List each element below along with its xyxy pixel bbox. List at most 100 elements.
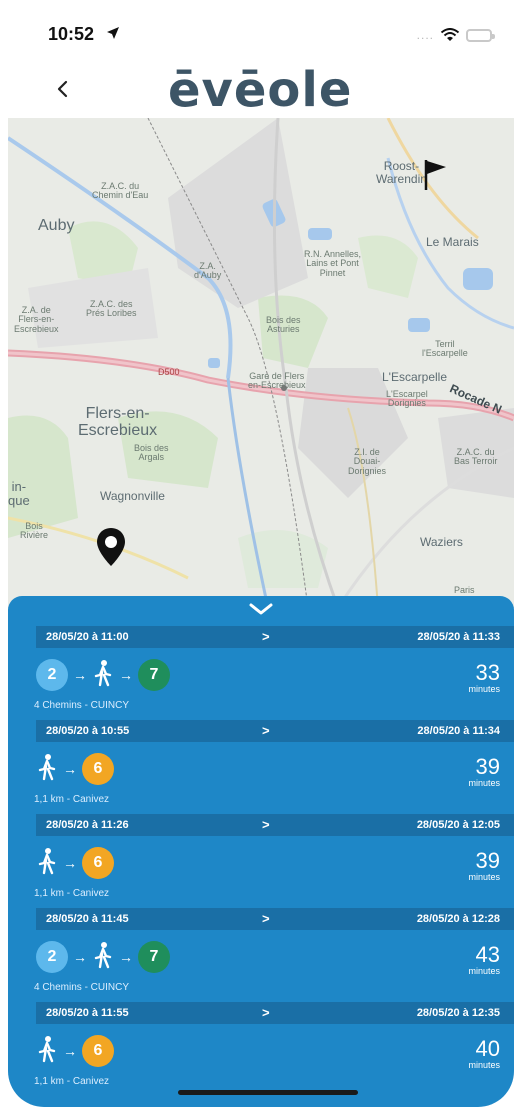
app-logo: ēvēole [168, 62, 353, 118]
back-button[interactable] [48, 74, 76, 104]
trip-duration: 43 [475, 942, 500, 967]
map-label-zi-douai: Z.I. de Douai- Dorignies [348, 447, 387, 476]
departure-time: 28/05/20 à 11:55 [46, 1007, 129, 1019]
departure-time: 28/05/20 à 11:45 [46, 913, 129, 925]
home-indicator [178, 1090, 358, 1095]
bus-line-badge: 2 [36, 659, 68, 691]
bus-line-badge: 2 [36, 941, 68, 973]
trip-header: 28/05/20 à 11:00 >28/05/20 à 11:33 [36, 626, 514, 648]
arrow-right-icon: → [119, 667, 133, 683]
walk-icon [36, 1035, 58, 1068]
departure-time: 28/05/20 à 11:26 [46, 819, 129, 831]
trip-option[interactable]: 28/05/20 à 11:00 >28/05/20 à 11:33 2 → → 7 33 m… [8, 626, 514, 722]
map-label-gare: Gare de Flers en-Escrebieux [248, 371, 306, 391]
duration-unit: minutes [468, 684, 500, 694]
bus-line-badge: 7 [138, 941, 170, 973]
map-label-rn: R.N. Annelles, Lains et Pont Pinnet [304, 249, 362, 278]
arrow-right-icon: → [73, 667, 87, 683]
map-label-zac-bas: Z.A.C. du Bas Terroir [454, 447, 498, 467]
map-label-bois-riviere: Bois Rivière [20, 521, 49, 541]
map-label-d500: D500 [158, 367, 180, 377]
map-label-bois-argals: Bois des Argals [134, 443, 169, 463]
signal-dots: .... [416, 28, 434, 42]
arrow-right-icon: → [63, 1043, 77, 1059]
chevron-right-icon: > [262, 629, 270, 644]
map-label-za-auby: Z.A. d'Auby [194, 261, 222, 281]
trip-legs: 2 → → 7 [36, 658, 170, 692]
duration-unit: minutes [468, 778, 500, 788]
map-label-zac-pres: Z.A.C. des Prés Loribes [86, 299, 137, 319]
trip-header: 28/05/20 à 10:55 >28/05/20 à 11:34 [36, 720, 514, 742]
map-label-wagnonville: Wagnonville [100, 489, 165, 503]
status-bar: 10:52 .... [8, 0, 514, 60]
duration-unit: minutes [468, 872, 500, 882]
map-label-lescarpelle: L'Escarpelle [382, 370, 447, 384]
trip-detail: 4 Chemins - CUINCY [34, 700, 130, 711]
arrival-time: 28/05/20 à 12:28 [416, 913, 500, 925]
bus-line-badge: 7 [138, 659, 170, 691]
map-label-zac-chemin: Z.A.C. du Chemin d'Eau [92, 181, 149, 201]
trip-duration: 33 [475, 660, 500, 685]
trip-legs: → 6 [36, 846, 114, 880]
origin-pin-icon[interactable] [94, 526, 128, 570]
chevron-down-icon[interactable] [248, 602, 274, 616]
map-label-bois-asturies: Bois des Asturies [266, 315, 301, 335]
location-arrow-icon [107, 27, 119, 39]
map-label-za-flers: Z.A. de Flers-en- Escrebieux [14, 305, 59, 334]
trip-header: 28/05/20 à 11:55 >28/05/20 à 12:35 [36, 1002, 514, 1024]
arrow-right-icon: → [63, 855, 77, 871]
bus-line-badge: 6 [82, 1035, 114, 1067]
trip-detail: 1,1 km - Canivez [34, 1076, 110, 1087]
arrow-right-icon: → [63, 761, 77, 777]
duration-unit: minutes [468, 1060, 500, 1070]
map-view[interactable]: Auby Roost- Warendin Le Marais Flers-en-… [8, 118, 514, 608]
walk-icon [92, 941, 114, 974]
trip-option[interactable]: 28/05/20 à 10:55 >28/05/20 à 11:34 → 6 39 min… [8, 720, 514, 816]
map-label-terril: Terril l'Escarpelle [422, 339, 468, 359]
duration-unit: minutes [468, 966, 500, 976]
trip-detail: 4 Chemins - CUINCY [34, 982, 130, 993]
trip-option[interactable]: 28/05/20 à 11:45 >28/05/20 à 12:28 2 → → 7 43 m… [8, 908, 514, 1004]
trip-duration: 39 [475, 754, 500, 779]
chevron-right-icon: > [262, 723, 270, 738]
walk-icon [36, 753, 58, 786]
trip-option[interactable]: 28/05/20 à 11:26 >28/05/20 à 12:05 → 6 39 min… [8, 814, 514, 910]
trip-header: 28/05/20 à 11:45 >28/05/20 à 12:28 [36, 908, 514, 930]
trip-legs: → 6 [36, 1034, 114, 1068]
walk-icon [92, 659, 114, 692]
arrival-time: 28/05/20 à 11:34 [417, 725, 500, 737]
map-label-edge: in- que [8, 479, 30, 508]
departure-time: 28/05/20 à 10:55 [46, 725, 130, 737]
trip-legs: 2 → → 7 [36, 940, 170, 974]
trip-option[interactable]: 28/05/20 à 11:55 >28/05/20 à 12:35 → 6 40 min… [8, 1002, 514, 1098]
trip-duration: 39 [475, 848, 500, 873]
trip-header: 28/05/20 à 11:26 >28/05/20 à 12:05 [36, 814, 514, 836]
bus-line-badge: 6 [82, 753, 114, 785]
app-header: ēvēole [8, 60, 514, 120]
wifi-icon [440, 28, 460, 41]
departure-time: 28/05/20 à 11:00 [46, 631, 129, 643]
chevron-right-icon: > [262, 817, 270, 832]
chevron-right-icon: > [262, 1005, 270, 1020]
map-label-le-marais: Le Marais [426, 235, 479, 249]
map-label-dorignies: L'Escarpel Dorignies [386, 389, 428, 409]
battery-icon [466, 28, 495, 42]
map-label-flers: Flers-en- Escrebieux [78, 405, 158, 439]
trip-detail: 1,1 km - Canivez [34, 888, 110, 899]
results-panel: 28/05/20 à 11:00 >28/05/20 à 11:33 2 → → 7 33 m… [8, 596, 514, 1107]
arrow-right-icon: → [73, 949, 87, 965]
bus-line-badge: 6 [82, 847, 114, 879]
arrow-right-icon: → [119, 949, 133, 965]
chevron-right-icon: > [262, 911, 270, 926]
arrival-time: 28/05/20 à 12:05 [416, 819, 500, 831]
trip-detail: 1,1 km - Canivez [34, 794, 110, 805]
destination-flag-icon[interactable] [422, 158, 452, 192]
arrival-time: 28/05/20 à 12:35 [416, 1007, 500, 1019]
map-label-auby: Auby [38, 217, 75, 234]
map-label-waziers: Waziers [420, 535, 463, 549]
map-label-roost: Roost- Warendin [376, 159, 427, 186]
status-icons: .... [416, 28, 495, 42]
phone-screen: 10:52 .... ēvēole Auby Roost- Warendin L… [8, 0, 514, 1107]
status-time: 10:52 [48, 24, 95, 44]
map-label-paris: Paris [454, 585, 475, 595]
